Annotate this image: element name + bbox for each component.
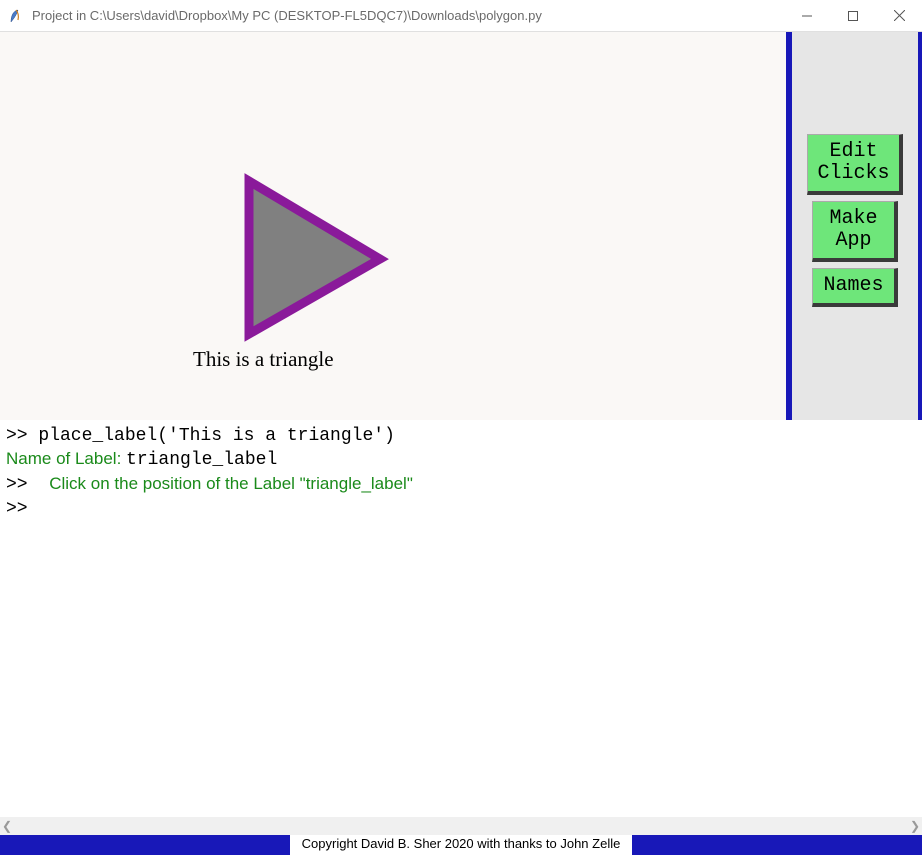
app-body: This is a triangle Edit Clicks Make App …: [0, 32, 922, 855]
scroll-right-icon[interactable]: ❯: [910, 819, 920, 833]
side-panel: Edit Clicks Make App Names: [792, 32, 918, 420]
footer-text: Copyright David B. Sher 2020 with thanks…: [290, 835, 633, 855]
console-area[interactable]: >> place_label('This is a triangle') Nam…: [0, 420, 922, 817]
triangle-label: This is a triangle: [193, 347, 334, 372]
console-line: >> place_label('This is a triangle'): [6, 424, 916, 448]
console-prompt: >>: [6, 426, 38, 446]
drawing-canvas[interactable]: This is a triangle: [0, 32, 786, 420]
console-label-value: triangle_label: [126, 450, 277, 470]
footer: Copyright David B. Sher 2020 with thanks…: [0, 835, 922, 855]
window-title: Project in C:\Users\david\Dropbox\My PC …: [32, 8, 784, 23]
console-prompt: >>: [6, 475, 49, 495]
console-prompt: >>: [6, 499, 28, 519]
triangle-shape: [249, 181, 380, 334]
console-line: >> Click on the position of the Label "t…: [6, 473, 916, 497]
close-button[interactable]: [876, 0, 922, 32]
canvas-svg: [0, 32, 786, 420]
edit-clicks-button[interactable]: Edit Clicks: [807, 134, 903, 195]
console-line: >>: [6, 497, 916, 521]
names-button[interactable]: Names: [812, 268, 898, 307]
titlebar: Project in C:\Users\david\Dropbox\My PC …: [0, 0, 922, 32]
console-command: place_label('This is a triangle'): [38, 426, 394, 446]
app-icon: [8, 8, 24, 24]
make-app-button[interactable]: Make App: [812, 201, 898, 262]
minimize-button[interactable]: [784, 0, 830, 32]
console-line: Name of Label: triangle_label: [6, 448, 916, 472]
console-label-prompt: Name of Label:: [6, 449, 126, 468]
horizontal-scrollbar[interactable]: ❮ ❯: [0, 817, 922, 835]
upper-pane: This is a triangle Edit Clicks Make App …: [0, 32, 922, 420]
maximize-button[interactable]: [830, 0, 876, 32]
scroll-left-icon[interactable]: ❮: [2, 819, 12, 833]
console-message: Click on the position of the Label "tria…: [49, 474, 413, 493]
